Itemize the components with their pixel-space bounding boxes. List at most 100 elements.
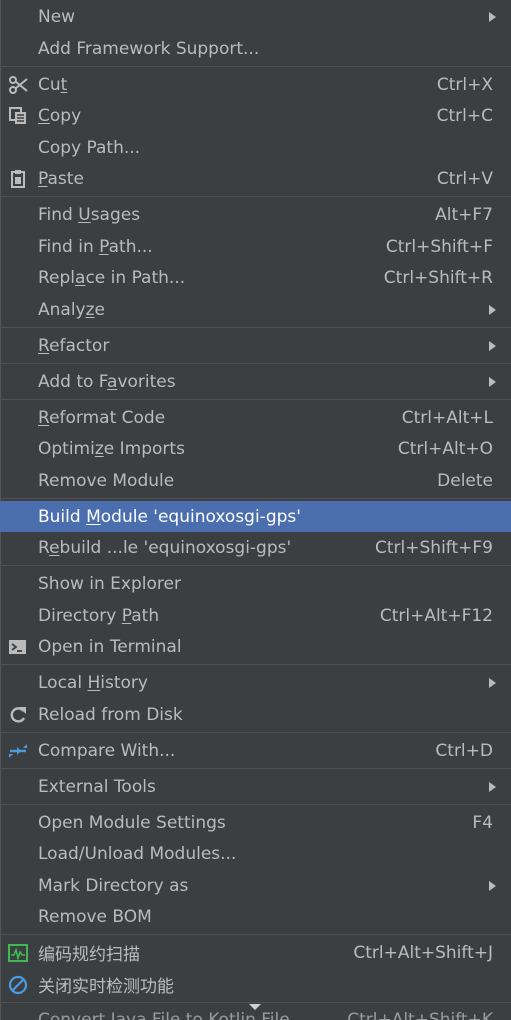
menu-item-load-unload-modules[interactable]: Load/Unload Modules...: [0, 838, 511, 869]
menu-item-label: Rebuild ...le 'equinoxosgi-gps': [38, 537, 292, 558]
menu-item-label: 关闭实时检测功能: [38, 977, 174, 997]
menu-item-optimize-imports[interactable]: Optimize Imports Ctrl+Alt+O: [0, 433, 511, 464]
shortcut-label: Ctrl+Alt+Shift+J: [353, 942, 493, 963]
menu-item-show-in-explorer[interactable]: Show in Explorer: [0, 568, 511, 599]
shortcut-label: Ctrl+V: [436, 168, 493, 189]
menu-item-label: 编码规约扫描: [38, 945, 140, 965]
menu-item-label: Optimize Imports: [38, 438, 185, 459]
menu-item-label: Reload from Disk: [38, 704, 183, 725]
menu-item-new[interactable]: New: [0, 1, 511, 32]
menu-item-local-history[interactable]: Local History: [0, 667, 511, 698]
menu-item-label: Convert Java File to Kotlin File: [38, 1010, 290, 1020]
menu-item-copy-path[interactable]: Copy Path...: [0, 132, 511, 163]
shortcut-label: Delete: [437, 470, 493, 491]
menu-separator: [0, 498, 511, 499]
menu-item-reformat-code[interactable]: Reformat Code Ctrl+Alt+L: [0, 402, 511, 433]
submenu-arrow-icon: [489, 12, 496, 22]
menu-item-rebuild-module[interactable]: Rebuild ...le 'equinoxosgi-gps' Ctrl+Shi…: [0, 532, 511, 563]
shortcut-label: Ctrl+Alt+Shift+K: [347, 1010, 493, 1020]
menu-item-label: Show in Explorer: [38, 573, 181, 594]
shortcut-label: Ctrl+Alt+F12: [379, 605, 493, 626]
menu-item-copy[interactable]: Copy Ctrl+C: [0, 100, 511, 131]
menu-item-label: Remove Module: [38, 470, 175, 491]
menu-item-label: New: [38, 6, 76, 27]
submenu-arrow-icon: [489, 341, 496, 351]
menu-item-close-realtime-detection[interactable]: 关闭实时检测功能: [0, 969, 511, 1000]
shortcut-label: Ctrl+Alt+L: [401, 407, 493, 428]
menu-separator: [0, 327, 511, 328]
submenu-arrow-icon: [489, 678, 496, 688]
menu-item-add-framework-support[interactable]: Add Framework Support...: [0, 33, 511, 64]
menu-separator: [0, 196, 511, 197]
menu-item-label: Copy: [38, 105, 82, 126]
menu-item-label: Add to Favorites: [38, 371, 176, 392]
shortcut-label: Ctrl+Shift+R: [383, 267, 493, 288]
menu-item-compare-with[interactable]: Compare With... Ctrl+D: [0, 735, 511, 766]
menu-item-add-to-favorites[interactable]: Add to Favorites: [0, 366, 511, 397]
menu-item-label: Copy Path...: [38, 137, 141, 158]
menu-separator: [0, 399, 511, 400]
menu-item-find-usages[interactable]: Find Usages Alt+F7: [0, 199, 511, 230]
submenu-arrow-icon: [489, 377, 496, 387]
shortcut-label: Alt+F7: [435, 204, 493, 225]
menu-item-directory-path[interactable]: Directory Path Ctrl+Alt+F12: [0, 600, 511, 631]
menu-item-mark-directory-as[interactable]: Mark Directory as: [0, 870, 511, 901]
menu-item-analyze[interactable]: Analyze: [0, 294, 511, 325]
menu-item-open-in-terminal[interactable]: Open in Terminal: [0, 631, 511, 662]
menu-item-label: Remove BOM: [38, 906, 152, 927]
menu-item-label: Analyze: [38, 299, 106, 320]
menu-item-code-scan[interactable]: 编码规约扫描 Ctrl+Alt+Shift+J: [0, 937, 511, 968]
terminal-icon: [8, 637, 28, 657]
shortcut-label: F4: [472, 812, 493, 833]
menu-item-label: Replace in Path...: [38, 267, 186, 288]
menu-separator: [0, 934, 511, 935]
compare-icon: [8, 741, 28, 761]
menu-item-label: Open Module Settings: [38, 812, 226, 833]
menu-item-label: Find in Path...: [38, 236, 153, 257]
menu-item-remove-module[interactable]: Remove Module Delete: [0, 465, 511, 496]
menu-item-reload-from-disk[interactable]: Reload from Disk: [0, 699, 511, 730]
menu-item-build-module[interactable]: Build Module 'equinoxosgi-gps': [0, 501, 511, 532]
menu-separator: [0, 565, 511, 566]
menu-separator: [0, 664, 511, 665]
menu-item-label: Add Framework Support...: [38, 38, 260, 59]
menu-item-refactor[interactable]: Refactor: [0, 330, 511, 361]
menu-item-label: Cut: [38, 74, 68, 95]
menu-item-find-in-path[interactable]: Find in Path... Ctrl+Shift+F: [0, 231, 511, 262]
menu-item-cut[interactable]: Cut Ctrl+X: [0, 69, 511, 100]
code-scan-icon: [8, 943, 28, 963]
menu-item-open-module-settings[interactable]: Open Module Settings F4: [0, 807, 511, 838]
shortcut-label: Ctrl+Alt+O: [397, 438, 493, 459]
copy-icon: [8, 106, 28, 126]
menu-item-label: External Tools: [38, 776, 156, 797]
shortcut-label: Ctrl+X: [436, 74, 493, 95]
menu-separator: [0, 66, 511, 67]
scissors-icon: [8, 75, 28, 95]
menu-separator: [0, 732, 511, 733]
shortcut-label: Ctrl+D: [435, 740, 493, 761]
menu-item-label: Load/Unload Modules...: [38, 843, 237, 864]
scroll-down-arrow-icon[interactable]: [249, 1004, 261, 1010]
menu-item-label: Compare With...: [38, 740, 176, 761]
menu-separator: [0, 804, 511, 805]
menu-item-replace-in-path[interactable]: Replace in Path... Ctrl+Shift+R: [0, 262, 511, 293]
shortcut-label: Ctrl+Shift+F: [385, 236, 493, 257]
shortcut-label: Ctrl+Shift+F9: [375, 537, 493, 558]
menu-item-label: Paste: [38, 168, 84, 189]
menu-item-label: Build Module 'equinoxosgi-gps': [38, 506, 301, 527]
shortcut-label: Ctrl+C: [436, 105, 493, 126]
menu-item-external-tools[interactable]: External Tools: [0, 771, 511, 802]
menu-separator: [0, 1002, 511, 1003]
menu-item-label: Local History: [38, 672, 148, 693]
menu-item-label: Directory Path: [38, 605, 160, 626]
menu-separator: [0, 768, 511, 769]
menu-item-paste[interactable]: Paste Ctrl+V: [0, 163, 511, 194]
menu-item-label: Refactor: [38, 335, 110, 356]
menu-item-remove-bom[interactable]: Remove BOM: [0, 901, 511, 932]
reload-icon: [8, 705, 28, 725]
clipboard-icon: [8, 169, 28, 189]
menu-separator: [0, 363, 511, 364]
menu-item-label: Find Usages: [38, 204, 141, 225]
menu-item-label: Reformat Code: [38, 407, 166, 428]
submenu-arrow-icon: [489, 305, 496, 315]
